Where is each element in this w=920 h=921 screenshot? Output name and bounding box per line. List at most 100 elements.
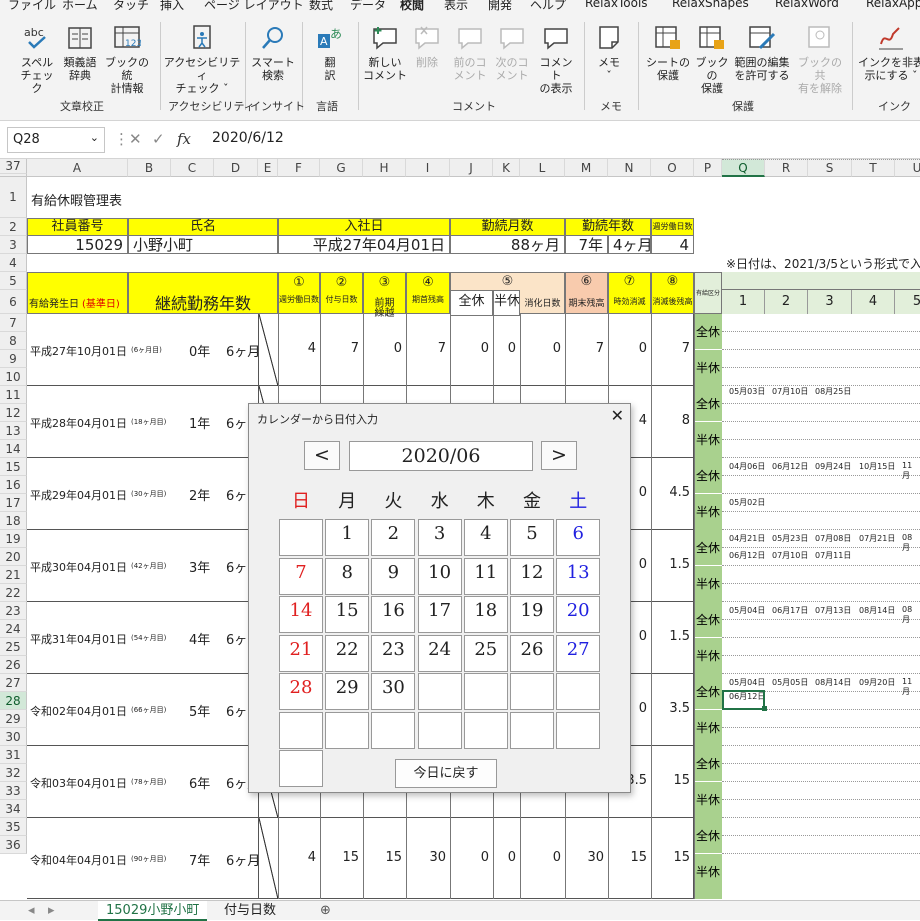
calendar-day[interactable]: 22 <box>325 634 370 672</box>
calendar-day[interactable] <box>510 673 554 710</box>
row-header[interactable]: 1 <box>0 177 27 218</box>
column-header[interactable]: M <box>565 159 608 177</box>
calendar-day[interactable]: 2 <box>371 519 416 556</box>
menu-item[interactable]: タッチ <box>113 0 149 13</box>
leave-date[interactable]: 08月14日 <box>859 605 895 616</box>
leave-date[interactable]: 05月03日 <box>729 386 765 397</box>
today-button[interactable]: 今日に戻す <box>395 759 497 788</box>
column-header[interactable]: F <box>278 159 320 177</box>
smart-lookup-button[interactable]: スマート 検索 <box>250 24 296 82</box>
row-header[interactable]: 7 <box>0 314 27 332</box>
row-header[interactable]: 31 <box>0 746 27 764</box>
column-header[interactable]: G <box>320 159 363 177</box>
menu-item[interactable]: RelaxWord <box>775 0 839 10</box>
row-header[interactable]: 11 <box>0 386 27 404</box>
row-header[interactable]: 25 <box>0 638 27 656</box>
row-header[interactable]: 30 <box>0 728 27 746</box>
column-header[interactable]: A <box>27 159 128 177</box>
leave-date[interactable]: 05月05日 <box>772 677 808 688</box>
leave-date[interactable]: 05月04日 <box>729 677 765 688</box>
menu-item[interactable]: ヘルプ <box>530 0 566 13</box>
calendar-day[interactable]: 13 <box>556 557 601 595</box>
calendar-day[interactable]: 10 <box>417 557 462 595</box>
leave-date[interactable]: 06月17日 <box>772 605 808 616</box>
calendar-day[interactable] <box>371 711 416 749</box>
calendar-day[interactable]: 11 <box>463 557 508 595</box>
tab-active-sheet[interactable]: 15029小野小町 <box>98 901 208 921</box>
calendar-day[interactable] <box>325 711 370 749</box>
row-header[interactable]: 34 <box>0 800 27 818</box>
next-comment-button[interactable]: 次のコ メント <box>492 24 532 82</box>
row-header[interactable]: 36 <box>0 836 27 854</box>
column-header[interactable]: J <box>450 159 493 177</box>
column-header[interactable]: S <box>808 159 852 177</box>
menu-item[interactable]: 挿入 <box>160 0 184 13</box>
column-header[interactable]: Q <box>722 159 765 177</box>
tab-scroll-right-icon[interactable]: ▸ <box>40 901 63 921</box>
leave-date[interactable]: 07月13日 <box>815 605 851 616</box>
row-header[interactable]: 26 <box>0 656 27 674</box>
column-header[interactable]: P <box>694 159 722 177</box>
calendar-day[interactable]: 16 <box>371 596 416 633</box>
row-header[interactable]: 23 <box>0 602 27 620</box>
calendar-day[interactable]: 3 <box>417 519 462 556</box>
leave-date[interactable]: 08月 <box>902 605 920 625</box>
row-header[interactable]: 4 <box>0 254 27 272</box>
leave-date[interactable]: 07月10日 <box>772 386 808 397</box>
calendar-day[interactable]: 25 <box>463 634 508 672</box>
row-header[interactable]: 29 <box>0 710 27 728</box>
calendar-day[interactable] <box>510 711 554 749</box>
calendar-day[interactable]: 20 <box>556 596 601 633</box>
cancel-icon[interactable]: ✕ <box>129 130 142 148</box>
row-header[interactable]: 27 <box>0 674 27 692</box>
leave-date[interactable]: 06月12日 <box>729 550 765 561</box>
calendar-day[interactable]: 28 <box>279 673 323 710</box>
menu-item[interactable]: 開発 <box>488 0 512 13</box>
row-header[interactable]: 15 <box>0 458 27 476</box>
leave-date[interactable]: 08月25日 <box>815 386 851 397</box>
name-box[interactable]: Q28 ⌄ <box>7 127 105 153</box>
calendar-day[interactable]: 18 <box>463 596 508 633</box>
calendar-day[interactable] <box>417 673 462 710</box>
insert-function-icon[interactable]: fx <box>177 130 191 148</box>
calendar-day[interactable]: 17 <box>417 596 462 633</box>
row-header[interactable]: 33 <box>0 782 27 800</box>
row-header[interactable]: 20 <box>0 548 27 566</box>
column-header[interactable]: L <box>520 159 565 177</box>
row-header[interactable]: 24 <box>0 620 27 638</box>
calendar-day[interactable]: 5 <box>510 519 554 556</box>
column-header[interactable]: R <box>765 159 808 177</box>
column-header[interactable]: T <box>852 159 895 177</box>
row-header[interactable]: 3 <box>0 236 27 254</box>
row-header[interactable]: 17 <box>0 494 27 512</box>
calendar-day[interactable] <box>279 750 323 787</box>
row-header[interactable]: 13 <box>0 422 27 440</box>
leave-date[interactable]: 07月21日 <box>859 533 895 544</box>
row-header[interactable]: 9 <box>0 350 27 368</box>
menu-item[interactable]: ホーム <box>62 0 98 13</box>
row-header[interactable]: 5 <box>0 272 27 290</box>
calendar-day[interactable] <box>556 673 601 710</box>
menu-item[interactable]: RelaxTools <box>585 0 648 10</box>
previous-comment-button[interactable]: 前のコ メント <box>450 24 490 82</box>
leave-date[interactable]: 06月12日 <box>772 461 808 472</box>
leave-date[interactable]: 10月15日 <box>859 461 895 472</box>
calendar-day[interactable] <box>463 673 508 710</box>
workbook-statistics-button[interactable]: 123 ブックの統 計情報 <box>101 24 153 95</box>
calendar-day[interactable]: 8 <box>325 557 370 595</box>
leave-date[interactable]: 09月24日 <box>815 461 851 472</box>
menu-item[interactable]: RelaxShapes <box>672 0 749 10</box>
leave-date[interactable]: 05月02日 <box>729 497 765 508</box>
leave-date[interactable]: 05月04日 <box>729 605 765 616</box>
calendar-day[interactable]: 12 <box>510 557 554 595</box>
calendar-day[interactable]: 4 <box>463 519 508 556</box>
menu-item[interactable]: 校閲 <box>400 0 424 13</box>
calendar-day[interactable]: 26 <box>510 634 554 672</box>
leave-date[interactable]: 07月11日 <box>815 550 851 561</box>
thesaurus-button[interactable]: 類義語 辞典 <box>60 24 100 82</box>
calendar-day[interactable]: 30 <box>371 673 416 710</box>
next-month-button[interactable]: > <box>541 441 577 470</box>
notes-button[interactable]: メモ ˇ <box>592 24 626 82</box>
calendar-day[interactable]: 9 <box>371 557 416 595</box>
leave-date[interactable]: 07月10日 <box>772 550 808 561</box>
